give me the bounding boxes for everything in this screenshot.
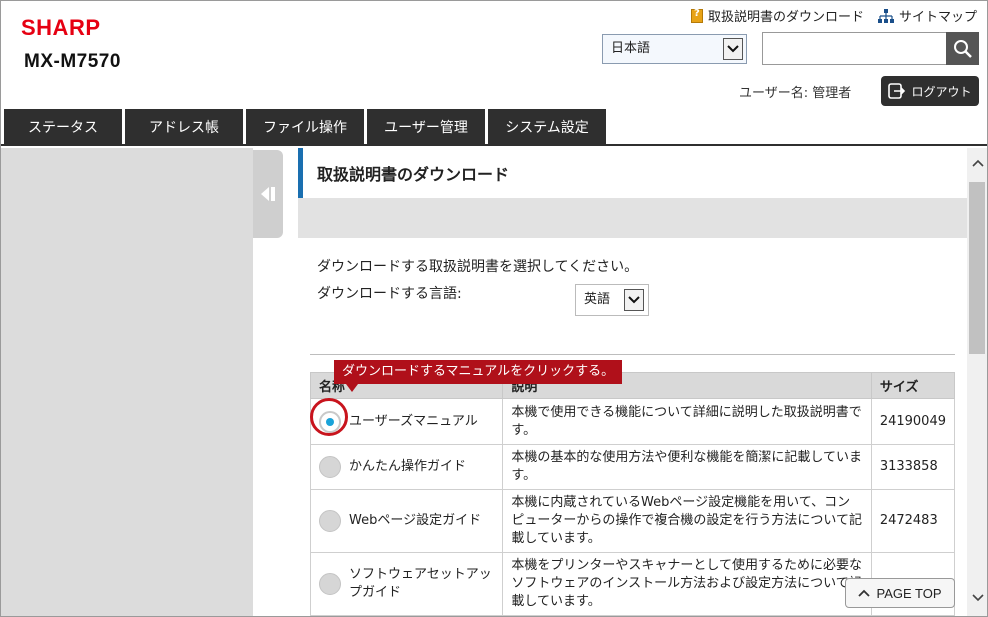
sitemap-icon (877, 8, 894, 23)
highlight-ring (310, 398, 348, 436)
user-name-label: ユーザー名: 管理者 (739, 86, 852, 101)
manual-description: 本機で使用できる機能について詳細に説明した取扱説明書です。 (502, 398, 872, 445)
language-select-value: 日本語 (611, 41, 651, 56)
table-row[interactable]: かんたん操作ガイド 本機の基本的な使用方法や便利な機能を簡潔に記載しています。 … (309, 444, 956, 490)
header-links: 取扱説明書のダウンロード サイトマップ (690, 6, 977, 25)
main-tabs: ステータス アドレス帳 ファイル操作 ユーザー管理 システム設定 (4, 109, 606, 145)
page-title: 取扱説明書のダウンロード (298, 148, 967, 198)
language-select[interactable]: 日本語 (602, 34, 747, 64)
logout-icon (888, 83, 906, 99)
manual-description: 本機の基本的な使用方法や便利な機能を簡潔に記載しています。 (502, 444, 872, 490)
chevron-down-icon (723, 38, 743, 60)
sitemap-label: サイトマップ (898, 10, 977, 25)
manual-icon (690, 8, 703, 23)
tab-divider (1, 144, 987, 146)
scroll-up-button[interactable] (967, 148, 987, 178)
radio-button[interactable] (319, 510, 341, 532)
logout-button[interactable]: ログアウト (881, 76, 979, 106)
vertical-scrollbar[interactable] (967, 148, 987, 616)
chevron-up-icon (971, 159, 984, 167)
manual-name: Webページ設定ガイド (349, 513, 482, 528)
download-language-value: 英語 (584, 292, 611, 307)
search-input[interactable] (762, 32, 948, 65)
model-name: MX-M7570 (24, 51, 121, 72)
manual-name: ソフトウェアセットアップガイド (349, 567, 492, 600)
main-content: 取扱説明書のダウンロード ダウンロードする取扱説明書を選択してください。 ダウン… (298, 148, 967, 616)
section-divider (310, 354, 955, 355)
manual-description: 本機に内蔵されているWebページ設定機能を用いて、コンピューターからの操作で複合… (502, 489, 872, 553)
manual-name: かんたん操作ガイド (349, 459, 467, 474)
tab-file-operation[interactable]: ファイル操作 (246, 109, 364, 145)
browser-frame: SHARP MX-M7570 取扱説明書のダウンロード サイトマップ 日本語 (0, 0, 988, 617)
manual-size: 3133858 (870, 444, 956, 490)
download-language-label: ダウンロードする言語: (317, 286, 462, 302)
instruction-callout: ダウンロードするマニュアルをクリックする。 (334, 360, 623, 392)
radio-button[interactable] (319, 456, 341, 478)
col-size-header: サイズ (870, 372, 956, 399)
tab-user-management[interactable]: ユーザー管理 (367, 109, 485, 145)
scrollbar-thumb[interactable] (969, 182, 985, 354)
logout-label: ログアウト (911, 84, 972, 99)
scroll-down-button[interactable] (967, 586, 987, 610)
tab-system-settings[interactable]: システム設定 (488, 109, 606, 145)
search-icon (953, 39, 972, 58)
chevron-down-icon (971, 594, 984, 602)
manual-download-label: 取扱説明書のダウンロード (707, 10, 864, 25)
table-row[interactable]: ユーザーズマニュアル 本機で使用できる機能について詳細に説明した取扱説明書です。… (309, 398, 956, 445)
page-top-button[interactable]: PAGE TOP (845, 578, 955, 608)
download-language-select[interactable]: 英語 (575, 284, 649, 316)
search-button[interactable] (946, 32, 979, 65)
brand-logo: SHARP (21, 15, 101, 40)
side-menu-panel (1, 148, 253, 616)
collapse-menu-button[interactable] (253, 150, 283, 238)
manual-description: 本機をプリンターやスキャナーとして使用するために必要なソフトウェアのインストール… (502, 552, 872, 616)
instruction-text: ダウンロードする取扱説明書を選択してください。 (317, 259, 639, 275)
title-band (298, 198, 967, 238)
chevron-up-icon (858, 589, 871, 597)
tab-status[interactable]: ステータス (4, 109, 122, 145)
tab-address-book[interactable]: アドレス帳 (125, 109, 243, 145)
manual-name: ユーザーズマニュアル (349, 413, 478, 429)
collapse-left-icon (261, 187, 275, 201)
table-row[interactable]: Webページ設定ガイド 本機に内蔵されているWebページ設定機能を用いて、コンピ… (309, 489, 956, 553)
manual-download-link[interactable]: 取扱説明書のダウンロード (690, 6, 864, 25)
radio-button[interactable] (319, 573, 341, 595)
manual-size: 24190049 (870, 398, 956, 445)
page-top-label: PAGE TOP (876, 585, 942, 601)
chevron-down-icon (624, 289, 644, 311)
manual-size: 2472483 (870, 489, 956, 553)
sitemap-link[interactable]: サイトマップ (877, 6, 977, 25)
